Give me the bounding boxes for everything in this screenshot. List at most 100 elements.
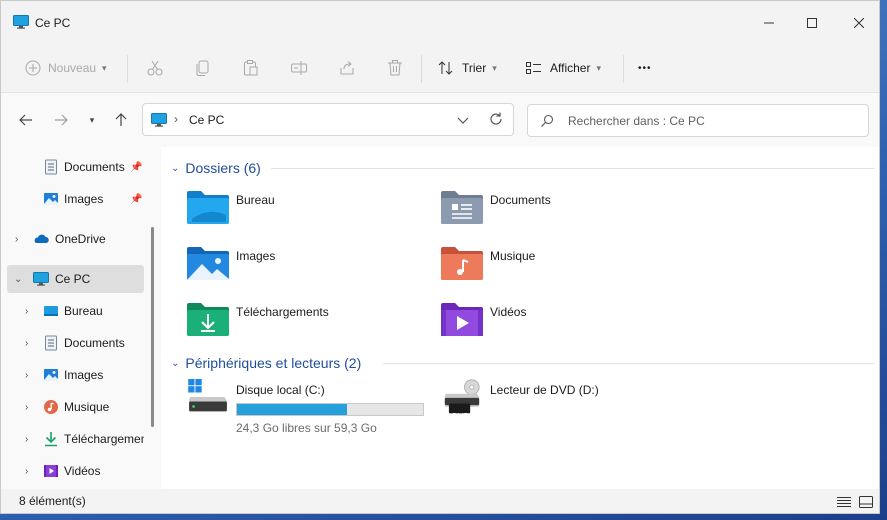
sort-label: Trier bbox=[462, 61, 487, 75]
folder-label: Musique bbox=[490, 249, 536, 263]
folder-images[interactable]: Images bbox=[186, 245, 436, 293]
new-label: Nouveau bbox=[48, 61, 97, 75]
computer-icon bbox=[151, 113, 167, 127]
pin-icon: 📌 bbox=[130, 193, 143, 205]
copy-button[interactable] bbox=[194, 55, 212, 81]
toolbar-separator bbox=[623, 55, 624, 83]
view-icon bbox=[526, 62, 541, 74]
drive-usage-bar bbox=[236, 403, 424, 416]
sidebar-item-videos[interactable]: › Vidéos bbox=[7, 457, 144, 485]
computer-icon bbox=[13, 15, 29, 29]
chevron-down-icon[interactable]: ⌄ bbox=[14, 274, 22, 285]
folder-label: Vidéos bbox=[490, 305, 527, 319]
images-icon bbox=[44, 369, 58, 381]
delete-icon bbox=[388, 60, 402, 76]
sidebar-item-label: Ce PC bbox=[55, 272, 91, 286]
sidebar-item-downloads[interactable]: › Téléchargements bbox=[7, 425, 144, 453]
refresh-button[interactable] bbox=[489, 112, 503, 129]
chevron-right-icon[interactable]: › bbox=[15, 234, 18, 245]
sort-icon bbox=[438, 61, 453, 75]
maximize-button[interactable] bbox=[794, 7, 830, 39]
downloads-icon bbox=[45, 432, 57, 447]
back-button[interactable] bbox=[16, 110, 36, 130]
sidebar-item-label: Documents bbox=[64, 160, 125, 174]
videos-icon bbox=[44, 465, 58, 477]
cut-button[interactable] bbox=[146, 55, 164, 81]
status-bar: 8 élément(s) bbox=[1, 489, 879, 513]
drive-label: Lecteur de DVD (D:) bbox=[490, 383, 599, 397]
drive-d[interactable]: DVD Lecteur de DVD (D:) bbox=[440, 379, 690, 431]
sidebar-item-label: Musique bbox=[64, 400, 110, 414]
images-icon bbox=[44, 193, 58, 205]
computer-icon bbox=[33, 272, 49, 286]
sidebar-item-images[interactable]: › Images bbox=[7, 361, 144, 389]
toolbar-separator bbox=[127, 55, 128, 83]
search-box[interactable] bbox=[527, 104, 869, 137]
paste-button[interactable] bbox=[242, 55, 260, 81]
view-button[interactable]: Afficher ▾ bbox=[525, 55, 601, 81]
folder-downloads[interactable]: Téléchargements bbox=[186, 301, 436, 349]
chevron-right-icon[interactable]: › bbox=[25, 338, 28, 349]
sidebar-item-music[interactable]: › Musique bbox=[7, 393, 144, 421]
title-bar: Ce PC bbox=[1, 1, 879, 45]
music-icon bbox=[44, 400, 58, 414]
share-button[interactable] bbox=[338, 55, 356, 81]
forward-button[interactable] bbox=[51, 110, 71, 130]
item-count: 8 élément(s) bbox=[19, 494, 86, 508]
search-input[interactable] bbox=[568, 112, 858, 130]
documents-icon bbox=[45, 159, 57, 175]
close-button[interactable] bbox=[841, 7, 877, 39]
folder-label: Téléchargements bbox=[236, 305, 329, 319]
chevron-right-icon[interactable]: › bbox=[25, 434, 28, 445]
folder-music[interactable]: Musique bbox=[440, 245, 690, 293]
details-view-button[interactable] bbox=[835, 493, 853, 511]
downloads-folder-icon bbox=[187, 303, 229, 336]
sidebar-item-label: OneDrive bbox=[55, 232, 106, 246]
minimize-button[interactable] bbox=[751, 7, 787, 39]
cut-icon bbox=[147, 60, 163, 76]
address-history-button[interactable] bbox=[457, 114, 469, 128]
drive-c[interactable]: Disque local (C:) 24,3 Go libres sur 59,… bbox=[186, 379, 436, 435]
address-bar[interactable]: › Ce PC bbox=[142, 103, 514, 136]
folder-label: Bureau bbox=[236, 193, 275, 207]
drives-group-header[interactable]: ⌄ Périphériques et lecteurs (2) bbox=[171, 352, 361, 374]
arrow-right-icon bbox=[55, 114, 68, 126]
up-button[interactable] bbox=[111, 110, 131, 130]
delete-button[interactable] bbox=[386, 55, 404, 81]
sidebar-item-label: Documents bbox=[64, 336, 125, 350]
desktop-folder-icon bbox=[187, 191, 229, 224]
sidebar-item-onedrive[interactable]: › OneDrive bbox=[7, 225, 144, 253]
view-label: Afficher bbox=[550, 61, 591, 75]
add-icon bbox=[25, 60, 41, 76]
new-button[interactable]: Nouveau ▾ bbox=[25, 55, 107, 81]
maximize-icon bbox=[807, 18, 817, 28]
folder-videos[interactable]: Vidéos bbox=[440, 301, 690, 349]
tiles-view-button[interactable] bbox=[857, 493, 875, 511]
sidebar-item-images-pinned[interactable]: Images 📌 bbox=[7, 185, 144, 213]
folder-documents[interactable]: Documents bbox=[440, 189, 690, 237]
breadcrumb-item[interactable]: Ce PC bbox=[189, 113, 224, 127]
rename-button[interactable] bbox=[290, 55, 308, 81]
folder-desktop[interactable]: Bureau bbox=[186, 189, 436, 237]
chevron-down-icon: ⌄ bbox=[171, 357, 180, 369]
chevron-right-icon[interactable]: › bbox=[25, 370, 28, 381]
chevron-right-icon[interactable]: › bbox=[25, 466, 28, 477]
sidebar-item-documents-pinned[interactable]: Documents 📌 bbox=[7, 153, 144, 181]
recent-locations-button[interactable]: ▾ bbox=[82, 110, 102, 130]
sidebar-item-documents[interactable]: › Documents bbox=[7, 329, 144, 357]
chevron-right-icon[interactable]: › bbox=[25, 306, 28, 317]
sidebar-item-desktop[interactable]: › Bureau bbox=[7, 297, 144, 325]
sidebar-scrollbar[interactable] bbox=[151, 227, 154, 427]
more-options-button[interactable]: ••• bbox=[638, 55, 652, 81]
toolbar-separator bbox=[421, 55, 422, 83]
chevron-right-icon[interactable]: › bbox=[25, 402, 28, 413]
command-bar: Nouveau ▾ Trier ▾ Afficher ▾ ••• bbox=[1, 45, 879, 93]
sidebar-item-this-pc[interactable]: ⌄ Ce PC bbox=[7, 265, 144, 293]
folder-label: Images bbox=[236, 249, 276, 263]
file-list: ⌄ Dossiers (6) Bureau Documents Images M… bbox=[161, 147, 879, 489]
breadcrumb-separator[interactable]: › bbox=[174, 112, 178, 126]
sort-button[interactable]: Trier ▾ bbox=[437, 55, 497, 81]
navigation-bar: ▾ › Ce PC bbox=[1, 93, 879, 147]
drive-usage-fill bbox=[237, 404, 347, 415]
folders-group-header[interactable]: ⌄ Dossiers (6) bbox=[171, 157, 261, 179]
